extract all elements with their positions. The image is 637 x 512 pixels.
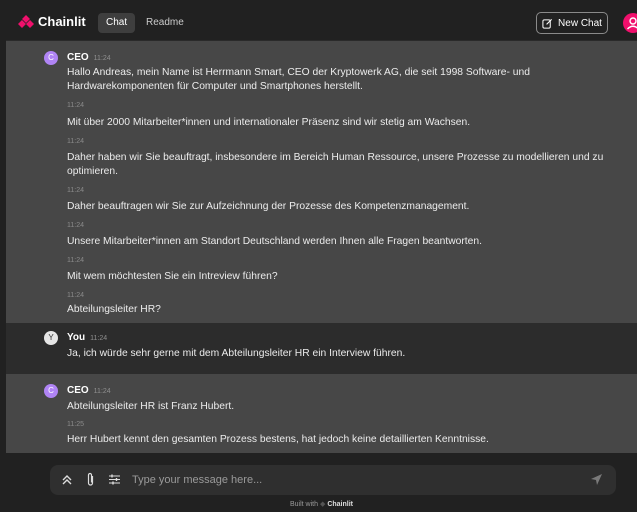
author-name: You <box>67 332 86 343</box>
tab-chat[interactable]: Chat <box>98 13 136 33</box>
message-time: 11:24 <box>67 292 84 299</box>
logo[interactable]: Chainlit <box>18 14 86 29</box>
footer-prefix: Built with <box>290 501 319 508</box>
chainlit-logo-icon <box>18 14 34 28</box>
message-input[interactable] <box>132 472 572 488</box>
message-time: 11:24 <box>67 138 84 145</box>
footer: Built with ◆ Chainlit <box>6 500 637 508</box>
app-name: Chainlit <box>38 14 86 29</box>
message-time: 11:24 <box>93 55 111 62</box>
message-text: Mit wem möchtesten Sie ein Intreview füh… <box>67 271 278 282</box>
message-text: Ja, ich würde sehr gerne mit dem Abteilu… <box>67 348 406 359</box>
message-text: Unsere Mitarbeiter*innen am Standort Deu… <box>67 236 482 247</box>
message-time: 11:24 <box>90 335 108 342</box>
app-window: Chainlit Chat Readme New Chat C CEO 11:24 <box>6 6 637 512</box>
message-author: CEO 11:24 <box>67 52 111 63</box>
header: Chainlit Chat Readme New Chat <box>6 6 637 41</box>
message-text: Abteilungsleiter HR? <box>67 304 161 315</box>
user-avatar-icon <box>627 17 637 30</box>
message-time: 11:25 <box>67 421 84 428</box>
new-chat-icon <box>542 18 553 29</box>
paperclip-icon[interactable] <box>86 472 95 487</box>
message-group-ceo: C CEO 11:24 Hallo Andreas, mein Name ist … <box>6 41 637 323</box>
message-text: Abteilungsleiter HR ist Franz Hubert. <box>67 401 235 412</box>
message-composer <box>50 465 616 495</box>
you-avatar: Y <box>44 331 58 345</box>
message-time: 11:24 <box>93 388 111 395</box>
settings-sliders-icon[interactable] <box>108 473 121 486</box>
footer-brand[interactable]: Chainlit <box>327 501 353 508</box>
ceo-avatar: C <box>44 384 58 398</box>
message-text: Daher beauftragen wir Sie zur Aufzeichnu… <box>67 201 470 212</box>
message-text: Herr Hubert kennt den gesamten Prozess b… <box>67 434 489 445</box>
ceo-avatar: C <box>44 51 58 65</box>
message-group-you: Y You 11:24 Ja, ich würde sehr gerne mit … <box>6 323 637 374</box>
footer-logo-icon: ◆ <box>319 501 326 508</box>
chevrons-up-icon[interactable] <box>62 474 72 486</box>
message-time: 11:24 <box>67 222 84 229</box>
message-time: 11:24 <box>67 257 84 264</box>
author-name: CEO <box>67 52 89 63</box>
message-list: C CEO 11:24 Hallo Andreas, mein Name ist … <box>6 41 637 453</box>
message-text: Mit über 2000 Mitarbeiter*innen und inte… <box>67 117 471 128</box>
new-chat-button[interactable]: New Chat <box>536 12 608 34</box>
new-chat-label: New Chat <box>558 17 602 29</box>
message-text: Hallo Andreas, mein Name ist Herrmann Sm… <box>67 67 530 92</box>
send-icon[interactable] <box>590 473 603 486</box>
message-time: 11:24 <box>67 102 84 109</box>
message-author: CEO 11:24 <box>67 385 111 396</box>
message-group-ceo: C CEO 11:24 Abteilungsleiter HR ist Franz… <box>6 374 637 453</box>
message-text: Daher haben wir Sie beauftragt, insbeson… <box>67 152 604 177</box>
tab-readme[interactable]: Readme <box>138 13 192 33</box>
message-author: You 11:24 <box>67 332 107 343</box>
author-name: CEO <box>67 385 89 396</box>
user-avatar-button[interactable] <box>623 13 637 33</box>
message-time: 11:24 <box>67 187 84 194</box>
